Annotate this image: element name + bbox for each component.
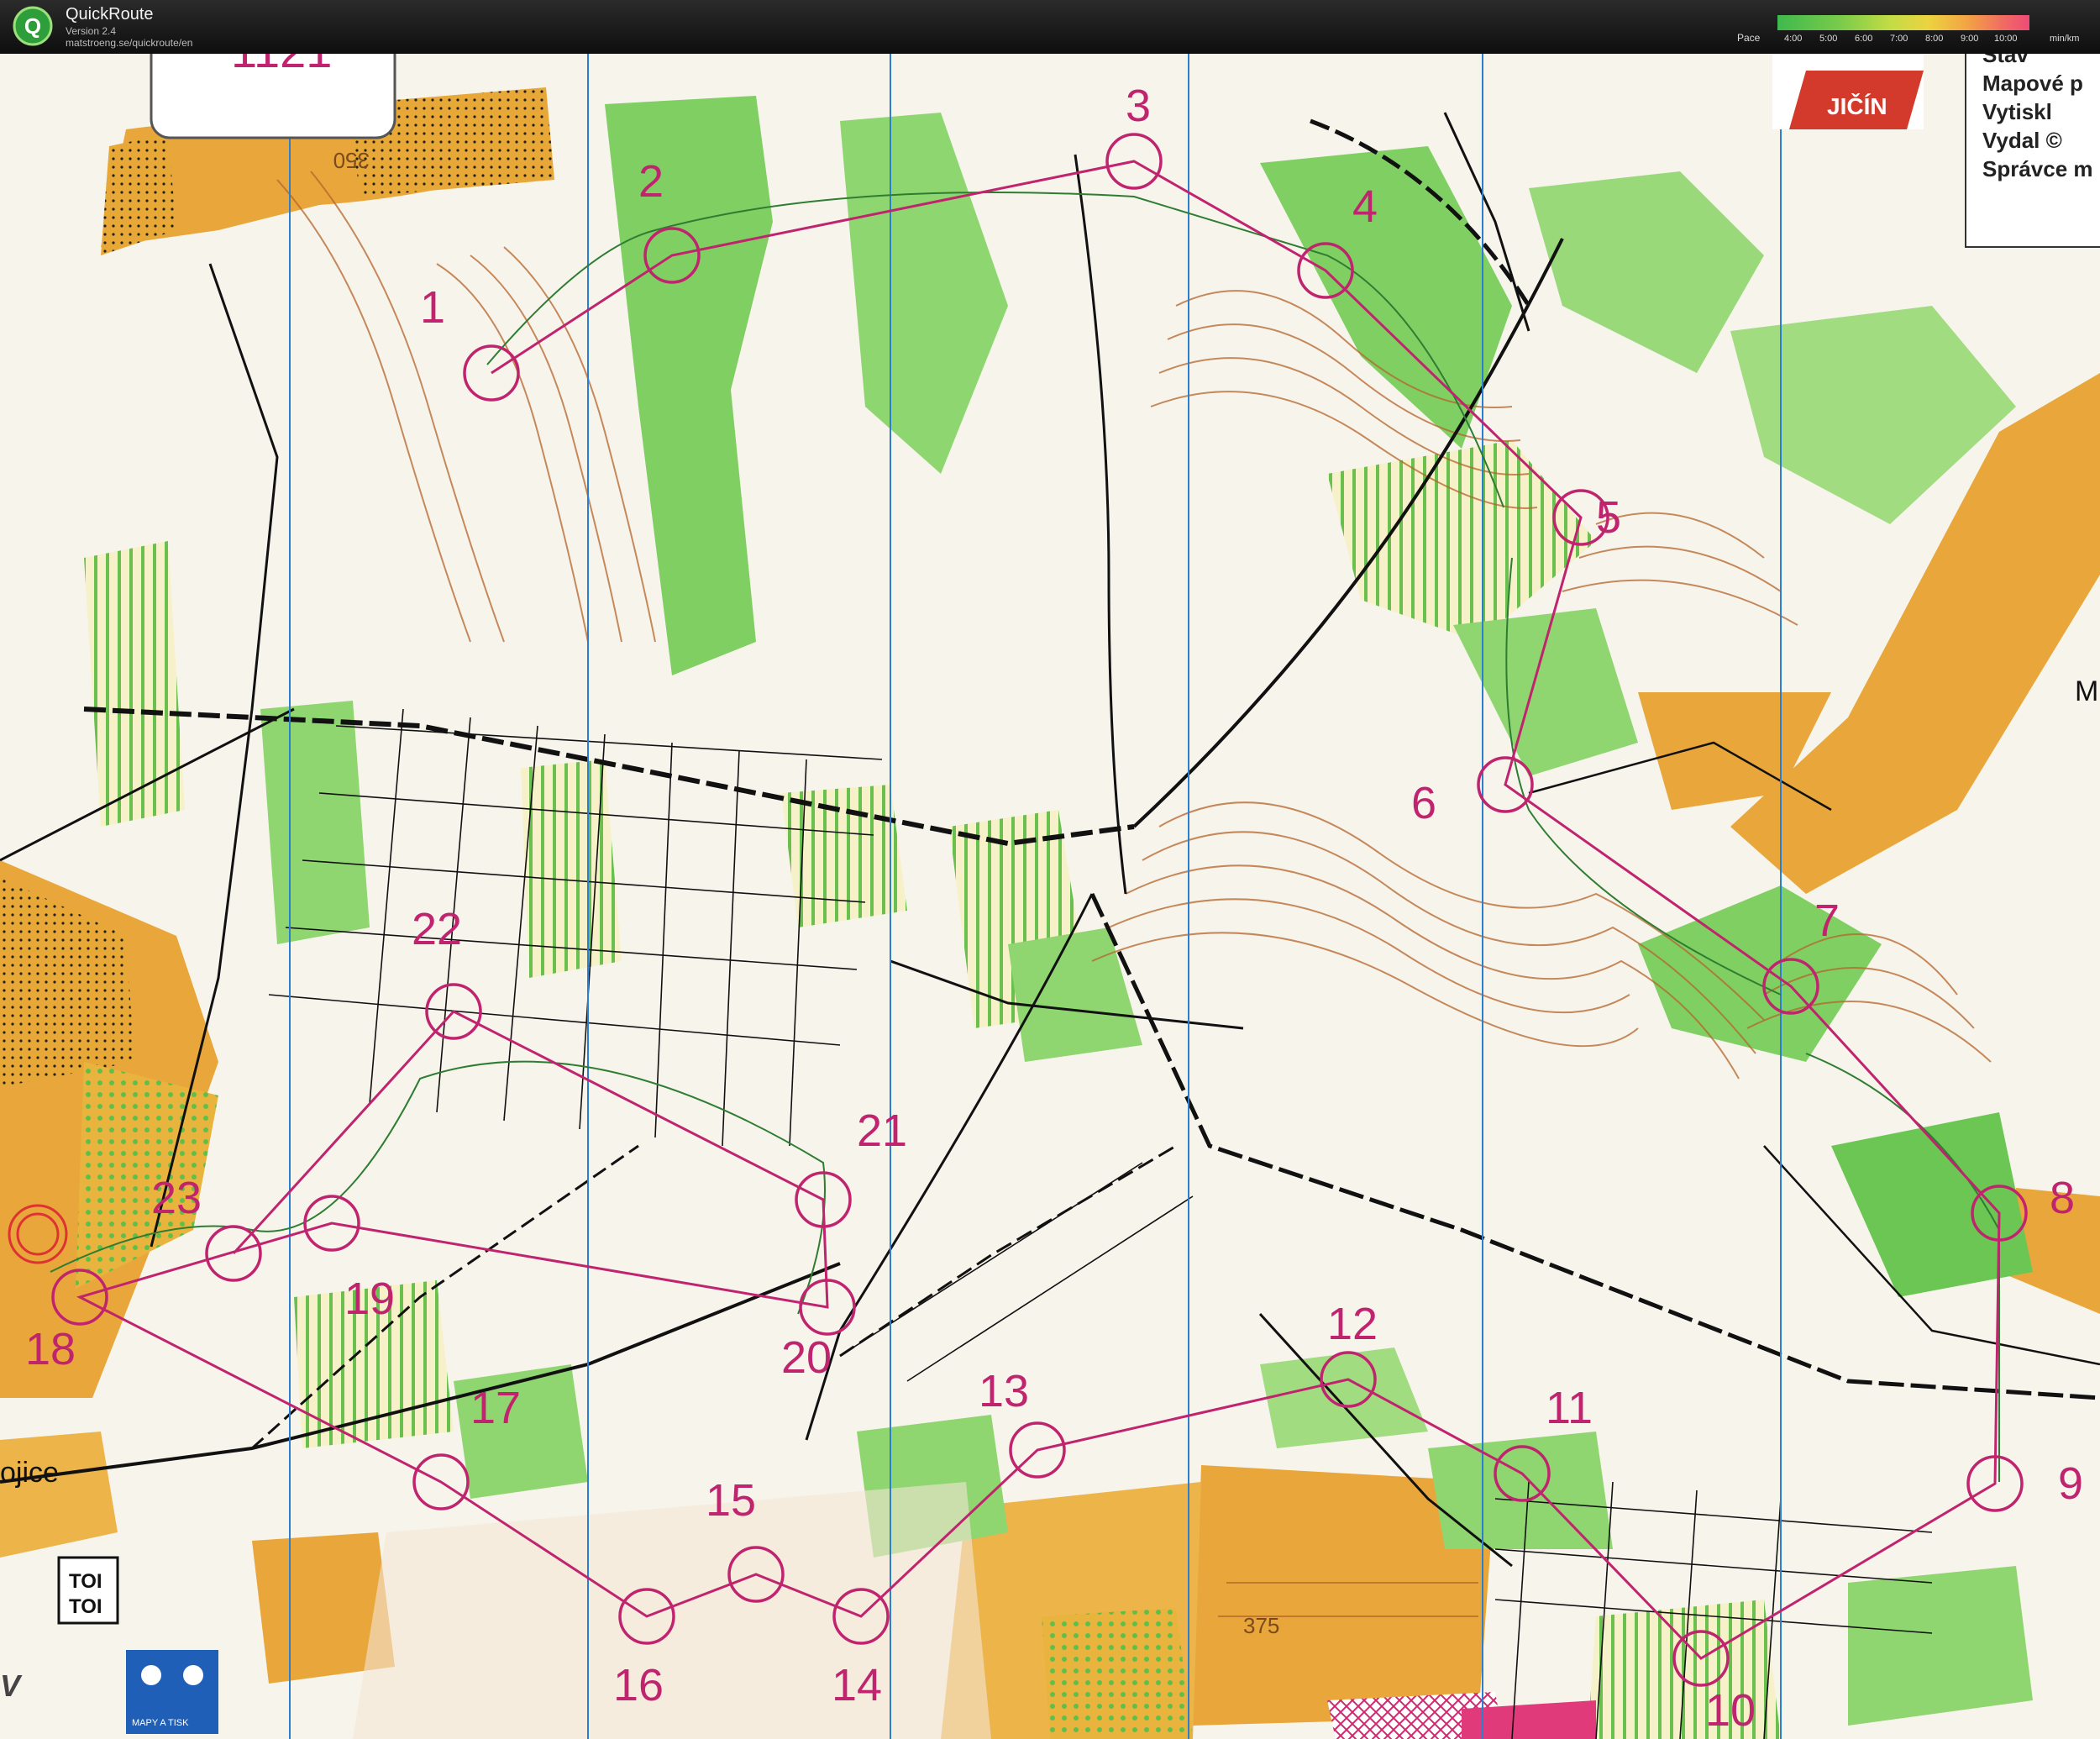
svg-text:JIČÍN: JIČÍN bbox=[1827, 92, 1887, 119]
pace-tick: 5:00 bbox=[1819, 34, 1838, 44]
control-number-9: 9 bbox=[2058, 1458, 2083, 1509]
pace-unit: min/km bbox=[2050, 34, 2080, 44]
map-info-box: Stav Mapové p Vytiskl Vydal © Správce m bbox=[1965, 54, 2100, 248]
control-number-2: 2 bbox=[638, 156, 664, 207]
mapy-a-tisk-logo: MAPY A TISK bbox=[126, 1650, 218, 1734]
sponsor-fragment: V bbox=[0, 1668, 23, 1703]
control-number-6: 6 bbox=[1411, 778, 1436, 828]
orienteering-map[interactable]: 1 2 3 4 5 6 7 8 9 10 11 12 13 14 15 16 17 18 19 20 21 22 23 35… bbox=[0, 54, 2100, 1739]
pace-tick: 9:00 bbox=[1961, 34, 1979, 44]
svg-text:Mapové p: Mapové p bbox=[1982, 71, 2083, 96]
control-number-3: 3 bbox=[1126, 81, 1151, 131]
control-number-1: 1 bbox=[420, 282, 445, 333]
control-number-21: 21 bbox=[857, 1106, 907, 1156]
svg-text:TOI: TOI bbox=[69, 1570, 102, 1593]
control-number-7: 7 bbox=[1814, 896, 1840, 946]
control-number-11: 11 bbox=[1546, 1383, 1593, 1433]
pace-tick: 4:00 bbox=[1784, 34, 1803, 44]
app-title: QuickRoute bbox=[66, 5, 154, 24]
quickroute-logo-icon: Q bbox=[13, 6, 53, 46]
svg-text:Vytiskl: Vytiskl bbox=[1982, 99, 2052, 124]
control-number-8: 8 bbox=[2050, 1173, 2075, 1223]
control-number-10: 10 bbox=[1705, 1685, 1756, 1736]
pace-tick: 7:00 bbox=[1890, 34, 1908, 44]
svg-text:Stav: Stav bbox=[1982, 54, 2029, 67]
control-number-18: 18 bbox=[25, 1324, 76, 1374]
control-number-15: 15 bbox=[706, 1475, 756, 1526]
pace-tick: 8:00 bbox=[1925, 34, 1944, 44]
app-header: Q QuickRoute Version 2.4 matstroeng.se/q… bbox=[0, 0, 2100, 54]
pace-tick: 6:00 bbox=[1855, 34, 1873, 44]
svg-text:1121: 1121 bbox=[231, 54, 332, 77]
svg-text:Vydal ©: Vydal © bbox=[1982, 128, 2062, 153]
height-label: 350 bbox=[333, 148, 370, 173]
control-number-13: 13 bbox=[979, 1366, 1029, 1416]
app-version: Version 2.4 bbox=[66, 25, 117, 37]
corner-letter: M bbox=[2075, 675, 2098, 707]
control-number-19: 19 bbox=[344, 1274, 395, 1324]
pace-color-scale bbox=[1777, 15, 2029, 30]
control-number-16: 16 bbox=[613, 1660, 664, 1710]
app-url[interactable]: matstroeng.se/quickroute/en bbox=[66, 37, 192, 49]
sponsor-badge: JIČÍN bbox=[1772, 54, 1924, 129]
place-name: ojice bbox=[0, 1457, 59, 1489]
pace-label: Pace bbox=[1737, 32, 1761, 44]
svg-text:Správce m: Správce m bbox=[1982, 156, 2093, 181]
svg-text:MAPY A TISK: MAPY A TISK bbox=[132, 1718, 189, 1728]
control-number-12: 12 bbox=[1327, 1299, 1378, 1349]
toitoi-logo: TOI TOI bbox=[57, 1556, 119, 1625]
control-number-4: 4 bbox=[1352, 181, 1378, 232]
pace-tick: 10:00 bbox=[1994, 34, 2018, 44]
svg-text:TOI: TOI bbox=[69, 1595, 102, 1618]
control-number-5: 5 bbox=[1596, 492, 1621, 543]
control-number-17: 17 bbox=[470, 1383, 521, 1433]
map-title-box: 1121 bbox=[150, 54, 396, 139]
svg-text:Q: Q bbox=[24, 13, 41, 39]
height-label: 375 bbox=[1243, 1613, 1279, 1638]
control-number-20: 20 bbox=[781, 1332, 832, 1383]
control-number-14: 14 bbox=[832, 1660, 882, 1710]
control-number-23: 23 bbox=[151, 1173, 202, 1223]
control-number-22: 22 bbox=[412, 904, 462, 954]
map-canvas[interactable]: 1234567891011121314151617181920212223 35… bbox=[0, 54, 2100, 1739]
